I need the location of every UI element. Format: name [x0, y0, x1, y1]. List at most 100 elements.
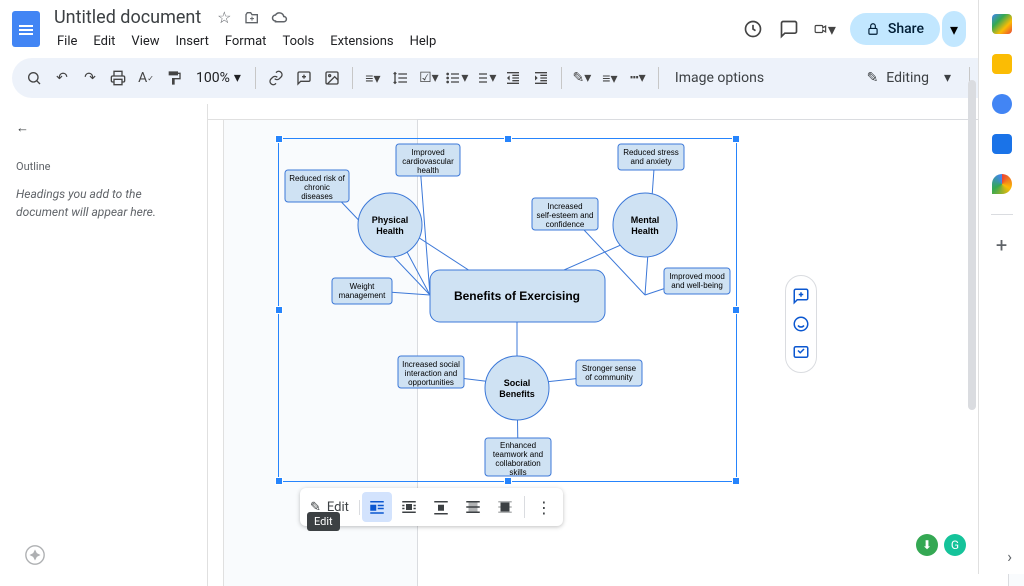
document-title[interactable]: Untitled document [50, 6, 205, 29]
svg-text:health: health [417, 166, 439, 175]
wrap-inline-icon[interactable] [362, 492, 392, 522]
svg-text:management: management [339, 291, 386, 300]
bulleted-list-icon[interactable]: ▾ [445, 66, 469, 90]
vertical-ruler[interactable] [208, 120, 224, 586]
outline-panel: ← Outline Headings you add to the docume… [0, 104, 208, 586]
more-options-icon[interactable]: ⋮ [529, 492, 559, 522]
menu-file[interactable]: File [50, 31, 84, 52]
svg-text:skills: skills [509, 468, 526, 477]
line-spacing-icon[interactable] [389, 66, 413, 90]
history-icon[interactable] [742, 18, 764, 40]
add-comment-icon[interactable] [292, 66, 316, 90]
paint-format-icon[interactable] [162, 66, 186, 90]
cloud-saved-icon[interactable] [271, 9, 289, 27]
header-right: ▾ Share ▾ K [742, 11, 1012, 47]
svg-text:Weight: Weight [350, 282, 376, 291]
add-emoji-reaction-icon[interactable] [789, 312, 813, 336]
edit-tooltip: Edit [307, 512, 340, 531]
border-dash-icon[interactable]: ┅▾ [626, 66, 650, 90]
grammarly-icon[interactable]: G [944, 534, 966, 556]
undo-icon[interactable]: ↶ [50, 66, 74, 90]
svg-text:Physical: Physical [372, 215, 409, 225]
add-comment-side-icon[interactable] [789, 284, 813, 308]
border-weight-icon[interactable]: ≡▾ [598, 66, 622, 90]
svg-text:teamwork and: teamwork and [493, 450, 543, 459]
behind-text-icon[interactable] [458, 492, 488, 522]
svg-text:chronic: chronic [304, 183, 330, 192]
meet-icon[interactable]: ▾ [814, 18, 836, 40]
svg-text:Enhanced: Enhanced [500, 441, 536, 450]
svg-text:Social: Social [504, 378, 531, 388]
indent-increase-icon[interactable] [529, 66, 553, 90]
insert-link-icon[interactable] [264, 66, 288, 90]
numbered-list-icon[interactable]: ▾ [473, 66, 497, 90]
svg-text:Mental: Mental [631, 215, 660, 225]
zoom-select[interactable]: 100% ▾ [190, 66, 247, 90]
badge-1-icon[interactable]: ⬇ [916, 534, 938, 556]
get-addons-icon[interactable]: + [992, 235, 1012, 255]
svg-text:Benefits: Benefits [499, 389, 535, 399]
image-options-button[interactable]: Image options [667, 66, 772, 90]
svg-text:Health: Health [631, 226, 659, 236]
side-panel-rail: + [978, 0, 1024, 574]
svg-text:of community: of community [585, 373, 633, 382]
maps-addon-icon[interactable] [992, 174, 1012, 194]
menu-help[interactable]: Help [403, 31, 444, 52]
menu-view[interactable]: View [124, 31, 166, 52]
docs-logo-icon[interactable] [12, 11, 40, 47]
insert-image-icon[interactable] [320, 66, 344, 90]
tasks-addon-icon[interactable] [992, 94, 1012, 114]
horizontal-ruler[interactable] [208, 104, 1024, 120]
outline-back-icon[interactable]: ← [16, 120, 40, 144]
print-icon[interactable] [106, 66, 130, 90]
outline-title: Outline [16, 160, 191, 173]
suggest-edits-icon[interactable] [789, 340, 813, 364]
svg-text:Health: Health [376, 226, 404, 236]
share-dropdown[interactable]: ▾ [942, 11, 966, 47]
side-panel-toggle-icon[interactable]: › [1007, 547, 1012, 566]
indent-decrease-icon[interactable] [501, 66, 525, 90]
svg-text:cardiovascular: cardiovascular [402, 157, 454, 166]
explore-icon[interactable] [24, 544, 46, 566]
bottom-right-badges: ⬇ G [916, 534, 966, 556]
outline-hint: Headings you add to the document will ap… [16, 185, 191, 221]
svg-text:collaboration: collaboration [495, 459, 540, 468]
center-node-text: Benefits of Exercising [454, 289, 580, 303]
menu-tools[interactable]: Tools [275, 31, 321, 52]
menu-insert[interactable]: Insert [169, 31, 216, 52]
redo-icon[interactable]: ↷ [78, 66, 102, 90]
break-text-icon[interactable] [426, 492, 456, 522]
svg-text:Stronger sense: Stronger sense [582, 364, 637, 373]
keep-addon-icon[interactable] [992, 54, 1012, 74]
svg-text:Improved: Improved [411, 148, 444, 157]
app-header: Untitled document ☆ File Edit View Inser… [0, 0, 1024, 52]
drawing-selection[interactable]: Benefits of Exercising Physical Health M… [280, 140, 735, 480]
search-menus-icon[interactable] [22, 66, 46, 90]
svg-text:and well-being: and well-being [671, 281, 723, 290]
share-label: Share [888, 21, 924, 37]
title-area: Untitled document ☆ File Edit View Inser… [50, 6, 732, 52]
align-icon[interactable]: ≡▾ [361, 66, 385, 90]
spellcheck-icon[interactable]: A✓ [134, 66, 158, 90]
svg-text:and anxiety: and anxiety [631, 157, 672, 166]
move-icon[interactable] [243, 9, 261, 27]
wrap-text-icon[interactable] [394, 492, 424, 522]
svg-text:Reduced stress: Reduced stress [623, 148, 679, 157]
selection-comment-rail [785, 275, 817, 373]
menu-format[interactable]: Format [218, 31, 274, 52]
svg-text:confidence: confidence [546, 220, 585, 229]
menu-edit[interactable]: Edit [86, 31, 122, 52]
comments-icon[interactable] [778, 18, 800, 40]
menu-extensions[interactable]: Extensions [323, 31, 400, 52]
border-color-icon[interactable]: ✎▾ [570, 66, 594, 90]
calendar-addon-icon[interactable] [992, 14, 1012, 34]
main-toolbar: ↶ ↷ A✓ 100% ▾ ≡▾ ☑▾ ▾ ▾ ✎▾ ≡▾ ┅▾ Image o… [12, 58, 1012, 98]
star-icon[interactable]: ☆ [215, 9, 233, 27]
vertical-scrollbar[interactable] [968, 80, 976, 410]
mindmap-diagram: Benefits of Exercising Physical Health M… [280, 140, 735, 480]
contacts-addon-icon[interactable] [992, 134, 1012, 154]
editing-mode-select[interactable]: ✎ Editing ▾ [857, 64, 961, 92]
infront-text-icon[interactable] [490, 492, 520, 522]
checklist-icon[interactable]: ☑▾ [417, 66, 441, 90]
share-button[interactable]: Share [850, 13, 940, 45]
